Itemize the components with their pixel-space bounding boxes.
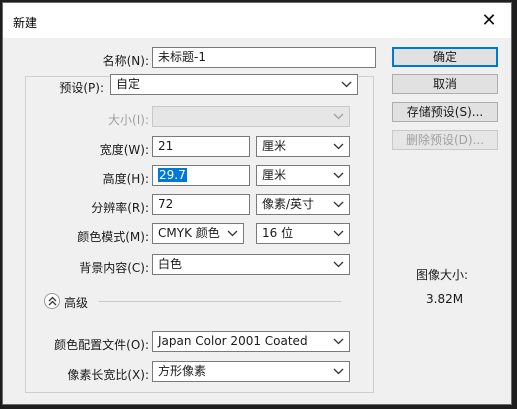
preset-label: 预设(P): xyxy=(56,79,104,96)
bit-depth-select[interactable]: 16 位 xyxy=(256,223,350,244)
advanced-divider xyxy=(99,301,341,302)
chevron-down-icon xyxy=(333,338,344,345)
pixel-aspect-value: 方形像素 xyxy=(158,364,207,378)
image-size-label: 图像大小: xyxy=(416,268,469,282)
chevron-down-icon xyxy=(333,230,344,237)
resolution-label: 分辨率(R): xyxy=(91,201,149,215)
background-label: 背景内容(C): xyxy=(79,261,149,275)
close-icon[interactable]: ✕ xyxy=(467,3,511,38)
color-profile-value: Japan Color 2001 Coated xyxy=(158,334,308,348)
double-chevron-up-icon[interactable] xyxy=(44,293,60,309)
color-mode-label: 颜色模式(M): xyxy=(77,230,149,244)
chevron-down-icon xyxy=(333,368,344,375)
color-profile-label: 颜色配置文件(O): xyxy=(54,338,149,352)
chevron-down-icon xyxy=(333,261,344,268)
preset-select[interactable]: 自定 xyxy=(110,74,358,95)
chevron-down-icon xyxy=(333,172,344,179)
width-label: 宽度(W): xyxy=(99,143,149,157)
width-unit-value: 厘米 xyxy=(262,139,287,153)
pixel-aspect-label: 像素长宽比(X): xyxy=(67,368,149,382)
color-mode-value: CMYK 颜色 xyxy=(158,226,220,240)
resolution-input[interactable]: 72 xyxy=(152,194,250,215)
cancel-button[interactable]: 取消 xyxy=(392,74,498,94)
color-profile-select[interactable]: Japan Color 2001 Coated xyxy=(152,331,350,352)
background-value: 白色 xyxy=(158,257,183,271)
image-size-value: 3.82M xyxy=(426,292,464,306)
background-select[interactable]: 白色 xyxy=(152,254,350,275)
chevron-down-icon xyxy=(341,81,352,88)
save-preset-button[interactable]: 存储预设(S)... xyxy=(392,102,498,122)
width-input[interactable]: 21 xyxy=(152,136,250,157)
height-unit-value: 厘米 xyxy=(262,168,287,182)
chevron-down-icon xyxy=(227,230,238,237)
width-unit-select[interactable]: 厘米 xyxy=(256,136,350,157)
height-value: 29.7 xyxy=(158,168,187,182)
chevron-down-icon xyxy=(333,113,344,120)
window-title: 新建 xyxy=(13,16,38,30)
name-input[interactable]: 未标题-1 xyxy=(152,47,376,68)
resolution-unit-value: 像素/英寸 xyxy=(262,197,315,211)
ok-button[interactable]: 确定 xyxy=(392,47,498,67)
height-unit-select[interactable]: 厘米 xyxy=(256,165,350,186)
pixel-aspect-select[interactable]: 方形像素 xyxy=(152,361,350,382)
size-select xyxy=(152,106,350,127)
bit-depth-value: 16 位 xyxy=(262,226,294,240)
preset-value: 自定 xyxy=(116,77,141,91)
delete-preset-button: 删除预设(D)... xyxy=(392,130,498,150)
height-input[interactable]: 29.7 xyxy=(152,165,250,186)
color-mode-select[interactable]: CMYK 颜色 xyxy=(152,223,244,244)
chevron-down-icon xyxy=(333,143,344,150)
new-document-dialog: 新建 ✕ 名称(N): 未标题-1 预设(P): 自定 大小(I): 宽度(W)… xyxy=(2,2,512,405)
height-label: 高度(H): xyxy=(102,172,149,186)
size-label: 大小(I): xyxy=(108,113,149,127)
title-bar: 新建 ✕ xyxy=(3,3,511,38)
chevron-down-icon xyxy=(333,201,344,208)
advanced-label: 高级 xyxy=(64,296,89,310)
name-label: 名称(N): xyxy=(102,54,149,68)
resolution-unit-select[interactable]: 像素/英寸 xyxy=(256,194,350,215)
